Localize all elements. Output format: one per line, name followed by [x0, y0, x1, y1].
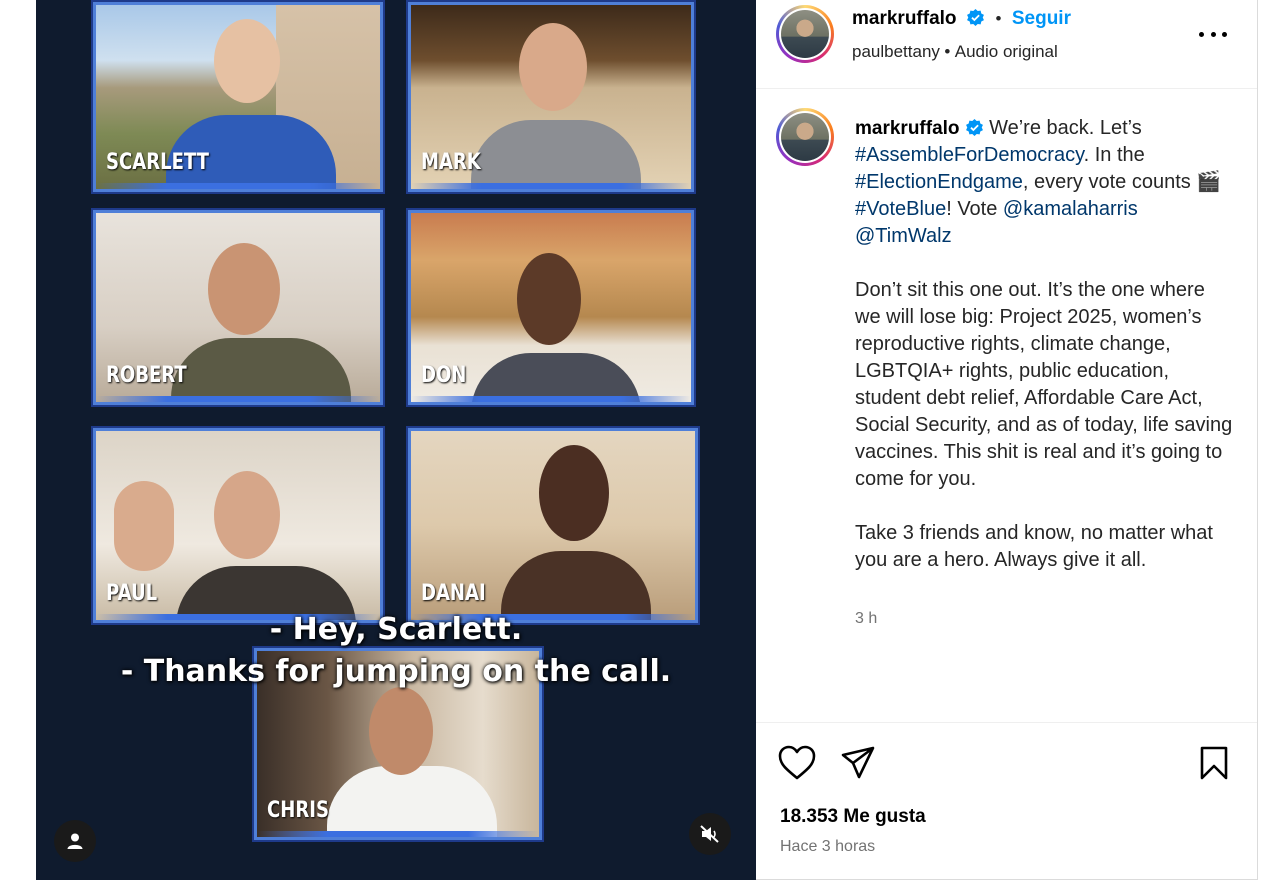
- hashtag-link[interactable]: #AssembleForDemocracy: [855, 144, 1084, 166]
- avatar-ring: [779, 8, 831, 60]
- avatar-ring: [779, 111, 831, 163]
- follow-button[interactable]: Seguir: [1012, 8, 1071, 29]
- audio-credit-label[interactable]: Audio original: [955, 42, 1058, 61]
- video-tile-mark: MARK: [408, 2, 694, 192]
- likes-count[interactable]: 18.353 Me gusta: [780, 806, 926, 828]
- clapper-emoji: 🎬: [1196, 171, 1222, 193]
- post-header-line: markruffalo • Seguir: [852, 8, 1071, 30]
- more-options-button[interactable]: [1199, 22, 1227, 46]
- actions-divider: [756, 722, 1257, 723]
- tile-name-label: ROBERT: [106, 363, 187, 388]
- subtitle-line-2: - Thanks for jumping on the call.: [120, 654, 672, 689]
- avatar-image: [781, 113, 829, 161]
- caption-author-avatar[interactable]: [776, 108, 834, 166]
- audio-credit-separator: •: [944, 42, 951, 61]
- tile-bar: [96, 183, 380, 189]
- audio-credit[interactable]: paulbettany • Audio original: [852, 42, 1058, 62]
- person-body: [171, 338, 351, 402]
- person-head: [539, 445, 609, 541]
- tile-name-label: SCARLETT: [106, 150, 209, 175]
- subtitle-line-1: - Hey, Scarlett.: [269, 612, 523, 647]
- verified-badge-icon: [967, 8, 984, 27]
- avatar-image: [781, 10, 829, 58]
- user-icon: [67, 833, 83, 849]
- more-horizontal-icon: [1199, 31, 1204, 37]
- mute-toggle-button[interactable]: [689, 813, 731, 855]
- mention-link[interactable]: @kamalaharris: [1003, 198, 1138, 220]
- caption-text: , every vote counts: [1022, 171, 1191, 193]
- header-divider: [756, 88, 1257, 89]
- like-heart-icon[interactable]: [778, 745, 816, 781]
- video-tile-paul: PAUL: [93, 428, 383, 623]
- post-actions: [778, 742, 1235, 786]
- tile-name-label: DON: [421, 363, 467, 388]
- video-tile-danai: DANAI: [408, 428, 698, 623]
- person-body: [471, 120, 641, 189]
- more-horizontal-icon: [1210, 31, 1216, 37]
- caption-timestamp[interactable]: 3 h: [855, 610, 877, 628]
- tile-bar: [96, 396, 380, 402]
- video-tile-don: DON: [408, 210, 694, 405]
- person-head: [517, 253, 581, 345]
- tagged-users-button[interactable]: [54, 820, 96, 862]
- post-caption: markruffalo We’re back. Let’s #AssembleF…: [855, 115, 1235, 601]
- share-send-icon[interactable]: [840, 745, 876, 781]
- video-tile-scarlett: SCARLETT: [93, 2, 383, 192]
- tile-name-label: MARK: [421, 150, 481, 175]
- person-head: [369, 687, 433, 775]
- more-horizontal-icon: [1222, 31, 1227, 37]
- caption-paragraph-2: Don’t sit this one out. It’s the one whe…: [855, 279, 1233, 490]
- waving-hand: [114, 481, 174, 571]
- tile-bar: [411, 396, 691, 402]
- person-head: [214, 471, 280, 559]
- audio-credit-user[interactable]: paulbettany: [852, 42, 940, 61]
- person-head: [519, 23, 587, 111]
- caption-text: . In the: [1083, 144, 1145, 166]
- video-player[interactable]: SCARLETT MARK ROBERT DON PAUL DANAI CHRI…: [36, 0, 756, 880]
- tile-name-label: DANAI: [421, 581, 486, 606]
- caption-text: We’re back. Let’s: [989, 117, 1142, 139]
- post-time-ago[interactable]: Hace 3 horas: [780, 838, 875, 856]
- muted-speaker-icon: [700, 825, 719, 843]
- video-tile-robert: ROBERT: [93, 210, 383, 405]
- tile-name-label: CHRIS: [267, 798, 329, 823]
- mention-link[interactable]: @TimWalz: [855, 225, 952, 247]
- person-head: [214, 19, 280, 103]
- person-head: [208, 243, 280, 335]
- post-sidebar: markruffalo • Seguir paulbettany • Audio…: [756, 0, 1258, 880]
- tile-bar: [411, 183, 691, 189]
- hashtag-link[interactable]: #ElectionEndgame: [855, 171, 1023, 193]
- author-avatar[interactable]: [776, 5, 834, 63]
- instagram-post-page: SCARLETT MARK ROBERT DON PAUL DANAI CHRI…: [0, 0, 1275, 890]
- author-username[interactable]: markruffalo: [852, 8, 957, 29]
- header-separator: •: [995, 9, 1002, 28]
- verified-badge-icon: [965, 118, 983, 137]
- caption-username[interactable]: markruffalo: [855, 118, 960, 139]
- person-body: [327, 766, 497, 837]
- hashtag-link[interactable]: #VoteBlue: [855, 198, 946, 220]
- caption-text: ! Vote: [946, 198, 998, 220]
- tile-name-label: PAUL: [106, 581, 158, 606]
- caption-paragraph-3: Take 3 friends and know, no matter what …: [855, 522, 1213, 571]
- save-bookmark-icon[interactable]: [1199, 745, 1229, 781]
- tile-bar: [257, 831, 539, 837]
- caption-paragraph-1: markruffalo We’re back. Let’s #AssembleF…: [855, 115, 1235, 250]
